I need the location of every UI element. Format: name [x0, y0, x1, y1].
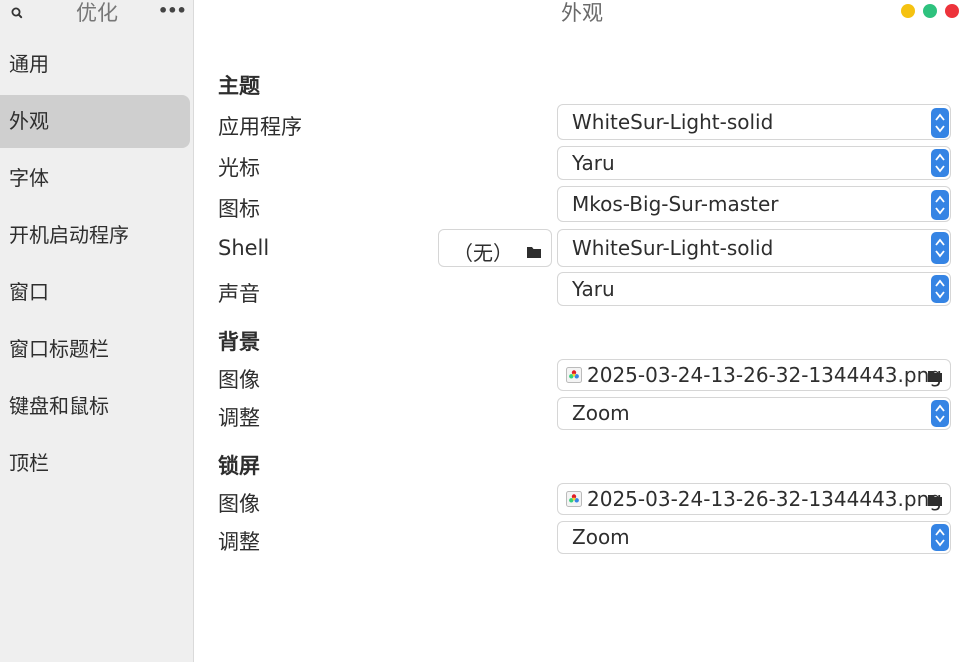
sidebar-item-fonts[interactable]: 字体: [0, 150, 194, 207]
shell-extension-file-chooser[interactable]: （无）: [438, 229, 552, 267]
sound-theme-select[interactable]: Yaru: [557, 272, 951, 306]
updown-chevron-icon: [931, 275, 949, 303]
background-image-label: 图像: [218, 368, 260, 392]
shell-theme-value: WhiteSur-Light-solid: [572, 236, 774, 260]
updown-chevron-icon: [931, 400, 949, 427]
sidebar-item-windows[interactable]: 窗口: [0, 264, 194, 321]
sidebar: 优化 ••• 通用 外观 字体 开机启动程序 窗口 窗口标题栏 键盘和鼠标 顶栏: [0, 0, 194, 662]
lock-screen-adjustment-label: 调整: [218, 530, 260, 554]
icons-label: 图标: [218, 197, 260, 221]
background-adjustment-select[interactable]: Zoom: [557, 397, 951, 430]
updown-chevron-icon: [931, 232, 949, 264]
lock-screen-adjustment-select[interactable]: Zoom: [557, 521, 951, 554]
image-file-icon: [566, 367, 582, 383]
sidebar-item-appearance[interactable]: 外观: [0, 95, 190, 148]
updown-chevron-icon: [931, 524, 949, 551]
icon-theme-select[interactable]: Mkos-Big-Sur-master: [557, 186, 951, 222]
cursor-theme-select[interactable]: Yaru: [557, 146, 951, 180]
lock-screen-heading: 锁屏: [218, 454, 260, 478]
folder-icon: [527, 247, 541, 258]
background-image-file-chooser[interactable]: 2025-03-24-13-26-32-1344443.png: [557, 359, 951, 391]
sound-label: 声音: [218, 282, 260, 306]
background-adjustment-value: Zoom: [572, 401, 630, 425]
lock-screen-image-filename: 2025-03-24-13-26-32-1344443.png: [587, 487, 942, 511]
folder-icon: [928, 371, 942, 382]
sidebar-item-keyboard-mouse[interactable]: 键盘和鼠标: [0, 378, 194, 435]
sidebar-header: 优化 •••: [0, 0, 194, 28]
lock-screen-image-file-chooser[interactable]: 2025-03-24-13-26-32-1344443.png: [557, 483, 951, 515]
updown-chevron-icon: [931, 108, 949, 138]
background-image-filename: 2025-03-24-13-26-32-1344443.png: [587, 363, 942, 387]
sidebar-item-top-bar[interactable]: 顶栏: [0, 435, 194, 492]
more-icon: •••: [158, 1, 187, 20]
sidebar-item-general[interactable]: 通用: [0, 36, 194, 93]
applications-label: 应用程序: [218, 115, 302, 139]
sound-theme-value: Yaru: [572, 277, 615, 301]
sidebar-item-startup-applications[interactable]: 开机启动程序: [0, 207, 194, 264]
updown-chevron-icon: [931, 149, 949, 177]
lock-screen-adjustment-value: Zoom: [572, 525, 630, 549]
shell-extension-file-value: （无）: [453, 241, 513, 265]
themes-heading: 主题: [218, 74, 260, 98]
background-heading: 背景: [218, 330, 260, 354]
shell-theme-select[interactable]: WhiteSur-Light-solid: [557, 229, 951, 267]
lock-screen-image-label: 图像: [218, 492, 260, 516]
cursor-theme-value: Yaru: [572, 151, 615, 175]
sidebar-nav: 通用 外观 字体 开机启动程序 窗口 窗口标题栏 键盘和鼠标 顶栏: [0, 36, 194, 492]
appearance-panel: 主题 应用程序 WhiteSur-Light-solid 光标 Yaru 图标 …: [218, 0, 958, 662]
shell-label: Shell: [218, 236, 270, 260]
updown-chevron-icon: [931, 190, 949, 220]
image-file-icon: [566, 491, 582, 507]
applications-theme-value: WhiteSur-Light-solid: [572, 110, 774, 134]
applications-theme-select[interactable]: WhiteSur-Light-solid: [557, 104, 951, 140]
more-menu-button[interactable]: •••: [158, 0, 187, 22]
sidebar-item-window-titlebars[interactable]: 窗口标题栏: [0, 321, 194, 378]
cursor-label: 光标: [218, 156, 260, 180]
background-adjustment-label: 调整: [218, 406, 260, 430]
icon-theme-value: Mkos-Big-Sur-master: [572, 192, 779, 216]
folder-icon: [928, 495, 942, 506]
